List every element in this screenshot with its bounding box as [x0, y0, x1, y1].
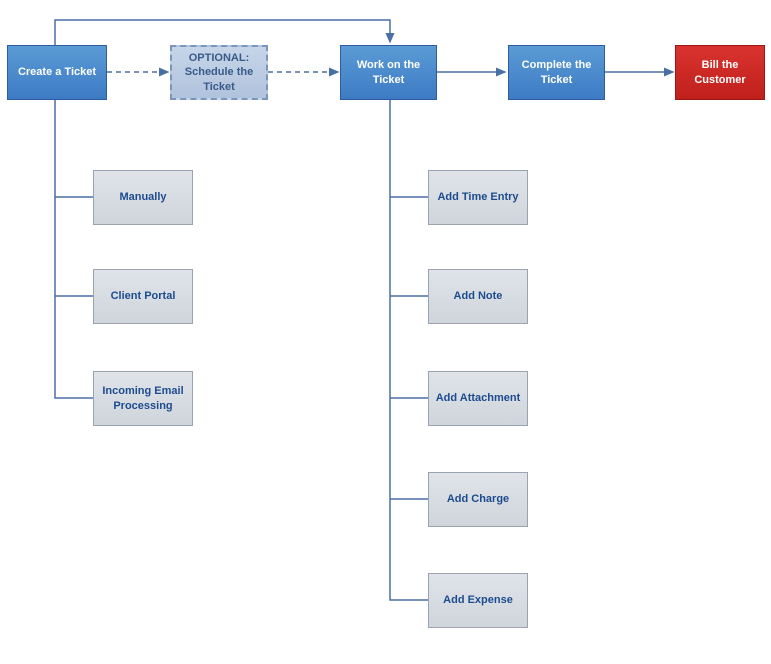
- node-incoming-email: Incoming Email Processing: [93, 371, 193, 426]
- node-add-note: Add Note: [428, 269, 528, 324]
- node-client-portal: Client Portal: [93, 269, 193, 324]
- node-optional-schedule: OPTIONAL: Schedule the Ticket: [170, 45, 268, 100]
- node-add-expense: Add Expense: [428, 573, 528, 628]
- node-create-ticket: Create a Ticket: [7, 45, 107, 100]
- node-add-charge: Add Charge: [428, 472, 528, 527]
- node-complete-ticket: Complete the Ticket: [508, 45, 605, 100]
- node-add-attachment: Add Attachment: [428, 371, 528, 426]
- node-add-time-entry: Add Time Entry: [428, 170, 528, 225]
- node-bill-customer: Bill the Customer: [675, 45, 765, 100]
- node-manually: Manually: [93, 170, 193, 225]
- node-work-on-ticket: Work on the Ticket: [340, 45, 437, 100]
